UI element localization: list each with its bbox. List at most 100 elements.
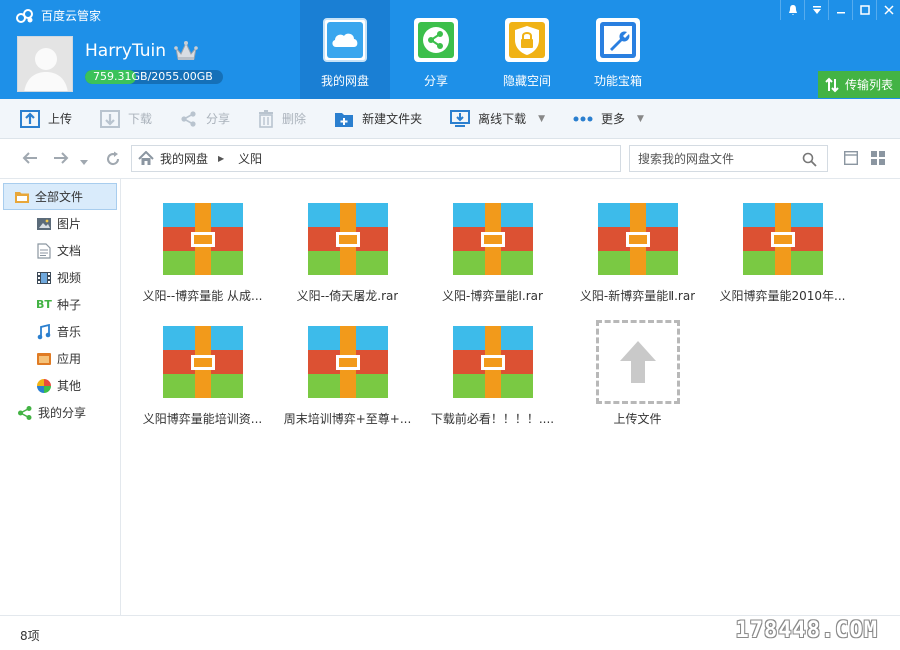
file-item[interactable]: 义阳博弈量能2010年...	[715, 203, 850, 313]
search-icon[interactable]	[802, 152, 817, 167]
default-user-icon	[18, 37, 72, 91]
bell-icon[interactable]	[780, 0, 804, 20]
sidebar-item-pictures[interactable]: 图片	[3, 210, 117, 237]
sidebar-item-apps[interactable]: 应用	[3, 345, 117, 372]
file-item[interactable]: 周末培训博弈+至尊+...	[280, 326, 415, 436]
file-name: 义阳-博弈量能Ⅰ.rar	[442, 289, 543, 303]
app-title: 百度云管家	[41, 9, 102, 23]
file-item[interactable]: 义阳--倚天屠龙.rar	[280, 203, 415, 313]
file-name: 义阳博弈量能2010年...	[719, 289, 846, 303]
sidebar-item-my-share[interactable]: 我的分享	[3, 399, 117, 426]
file-name: 义阳博弈量能培训资...	[142, 412, 263, 426]
chevron-down-icon[interactable]: ▼	[637, 114, 644, 124]
rar-archive-icon	[307, 326, 388, 398]
bt-icon: BT	[36, 298, 52, 311]
file-name: 义阳--博弈量能 从成...	[142, 289, 263, 303]
upload-button[interactable]: 上传	[20, 99, 72, 139]
sidebar-item-music[interactable]: 音乐	[3, 318, 117, 345]
upload-file-tile[interactable]: 上传文件	[570, 320, 705, 436]
tab-hidden-space[interactable]: 隐藏空间	[482, 0, 572, 99]
vip-crown-icon[interactable]	[174, 40, 198, 62]
file-item[interactable]: 义阳博弈量能培训资...	[135, 326, 270, 436]
document-icon	[36, 242, 52, 259]
tab-label: 功能宝箱	[593, 74, 642, 88]
file-name: 义阳-新博弈量能Ⅱ.rar	[579, 289, 696, 303]
home-icon[interactable]	[138, 151, 154, 166]
tab-my-netdisk[interactable]: 我的网盘	[300, 0, 390, 99]
chevron-down-icon[interactable]: ▼	[538, 114, 545, 124]
sidebar-item-torrents[interactable]: BT 种子	[3, 291, 117, 318]
sidebar-item-label: 音乐	[57, 325, 82, 339]
other-icon	[36, 378, 52, 394]
history-dropdown-icon[interactable]	[80, 154, 88, 170]
share-icon	[414, 18, 458, 62]
sidebar-item-videos[interactable]: 视频	[3, 264, 117, 291]
item-count: 8项	[20, 629, 40, 643]
tab-toolbox[interactable]: 功能宝箱	[573, 0, 663, 99]
toolbar: 上传 下载 分享 删除 新建文件夹 离线下载 ▼ 更多 ▼	[0, 99, 900, 139]
minimize-icon[interactable]	[828, 0, 852, 20]
maximize-icon[interactable]	[852, 0, 876, 20]
breadcrumb-root[interactable]: 我的网盘	[160, 150, 208, 167]
file-item[interactable]: 义阳-新博弈量能Ⅱ.rar	[570, 203, 705, 313]
music-icon	[36, 323, 52, 340]
dropdown-icon[interactable]	[804, 0, 828, 20]
breadcrumb-separator-icon[interactable]: ▶	[218, 154, 224, 163]
rar-archive-icon	[307, 203, 388, 275]
sidebar-item-label: 图片	[57, 217, 82, 231]
more-button[interactable]: 更多 ▼	[573, 99, 644, 139]
close-icon[interactable]	[876, 0, 900, 20]
rar-archive-icon	[452, 203, 533, 275]
username[interactable]: HarryTuin	[85, 41, 166, 61]
transfer-icon	[825, 77, 839, 92]
new-folder-label: 新建文件夹	[362, 112, 423, 126]
breadcrumb-current[interactable]: 义阳	[238, 150, 262, 167]
share-icon	[181, 110, 196, 127]
sidebar-item-label: 全部文件	[35, 190, 84, 204]
upload-label: 上传	[48, 112, 73, 126]
rar-archive-icon	[597, 203, 678, 275]
refresh-icon[interactable]	[105, 151, 121, 171]
quota-text: 759.31GB/2055.00GB	[93, 70, 213, 84]
sidebar-item-all-files[interactable]: 全部文件	[3, 183, 117, 210]
list-view-icon[interactable]	[843, 150, 859, 168]
all-files-icon	[14, 189, 30, 205]
upload-tile-box	[595, 320, 680, 404]
delete-label: 删除	[282, 112, 307, 126]
more-label: 更多	[601, 112, 626, 126]
tab-label: 分享	[423, 74, 448, 88]
tab-share[interactable]: 分享	[391, 0, 481, 99]
file-item[interactable]: 义阳-博弈量能Ⅰ.rar	[425, 203, 560, 313]
rar-archive-icon	[162, 203, 243, 275]
back-arrow-icon[interactable]	[22, 151, 38, 169]
app-icon	[36, 351, 52, 367]
my-share-icon	[17, 405, 33, 421]
main-nav: 我的网盘 分享 隐藏空间 功能宝箱	[300, 0, 664, 99]
forward-arrow-icon[interactable]	[53, 151, 69, 169]
sidebar-item-documents[interactable]: 文档	[3, 237, 117, 264]
cloud-icon	[323, 18, 367, 62]
trash-icon	[259, 109, 274, 128]
tab-label: 我的网盘	[320, 74, 369, 88]
transfer-list-button[interactable]: 传输列表	[818, 71, 900, 98]
share-button[interactable]: 分享	[180, 99, 230, 139]
download-button[interactable]: 下载	[100, 99, 152, 139]
video-icon	[36, 270, 52, 286]
transfer-list-label: 传输列表	[844, 78, 893, 92]
lock-icon	[505, 18, 549, 62]
status-bar: 8项 178448.COM	[0, 615, 900, 650]
file-item[interactable]: 义阳--博弈量能 从成...	[135, 203, 270, 313]
grid-view-icon[interactable]	[871, 151, 885, 168]
download-icon	[100, 109, 121, 128]
avatar[interactable]	[17, 36, 73, 92]
picture-icon	[36, 216, 52, 232]
offline-download-button[interactable]: 离线下载 ▼	[450, 99, 545, 139]
file-item[interactable]: 下载前必看！！！！....	[425, 326, 560, 436]
offline-download-label: 离线下载	[478, 112, 527, 126]
sidebar-item-other[interactable]: 其他	[3, 372, 117, 399]
new-folder-button[interactable]: 新建文件夹	[334, 99, 422, 139]
app-header: 百度云管家 HarryTuin 759.31GB/2055.00GB 我的网盘 …	[0, 0, 900, 99]
more-dots-icon	[573, 116, 593, 121]
delete-button[interactable]: 删除	[258, 99, 306, 139]
search-input[interactable]	[638, 151, 798, 166]
